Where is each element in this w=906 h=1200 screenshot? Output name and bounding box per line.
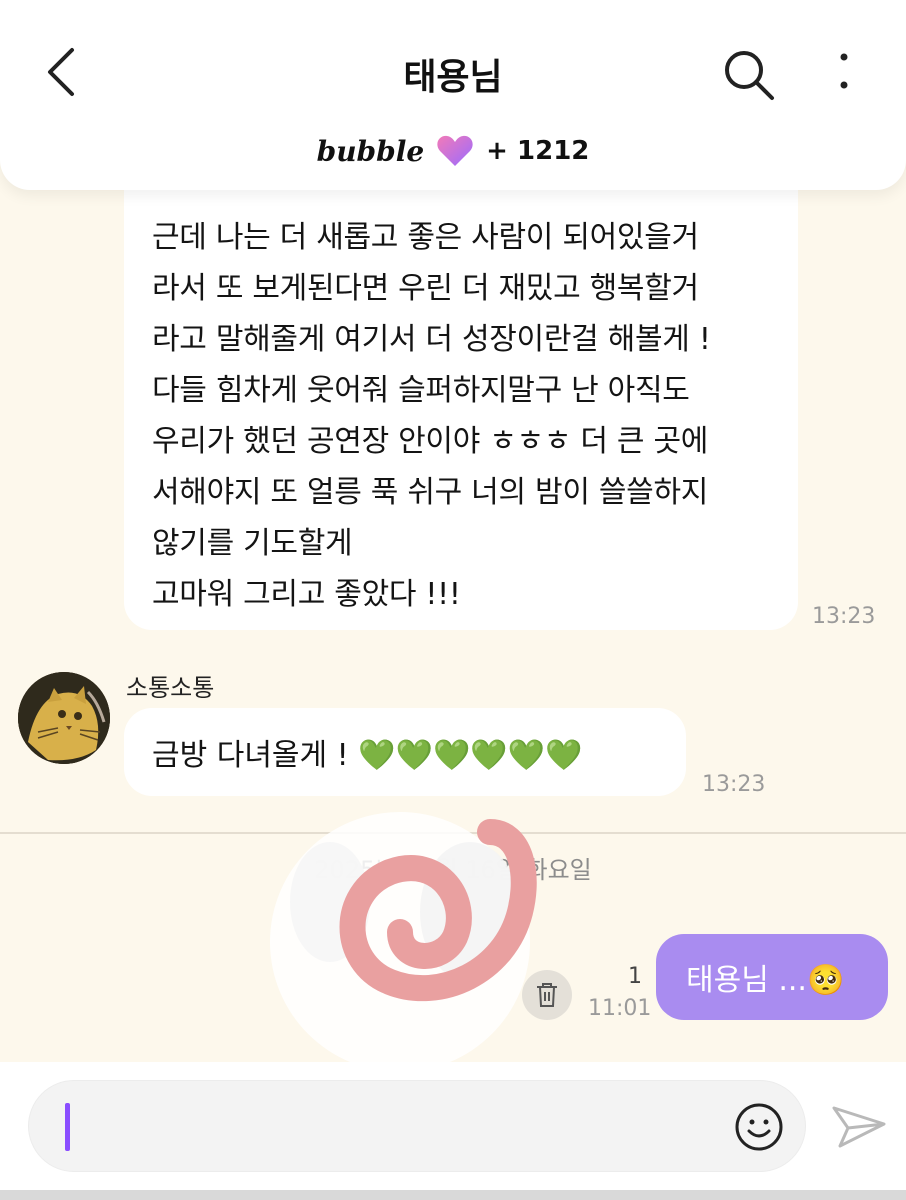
bubble-info[interactable]: bubble + 1212 [0, 134, 906, 168]
search-icon[interactable] [722, 48, 776, 102]
bubble-logo: bubble [316, 134, 425, 168]
message-text: 태용님 ...🥺 [686, 963, 845, 998]
message-time: 13:23 [702, 772, 766, 797]
smile-icon[interactable] [733, 1101, 785, 1153]
message-input[interactable] [28, 1080, 806, 1172]
trash-icon[interactable] [522, 970, 572, 1020]
heart-icon [437, 135, 473, 166]
read-count: 1 [628, 964, 642, 989]
message-line: 라고 말해줄게 여기서 더 성장이란걸 해볼게 ! [152, 322, 711, 357]
message-bubble-long[interactable]: 근데 나는 더 새롭고 좋은 사람이 되어있을거라서 또 보게된다면 우린 더 … [124, 150, 798, 630]
message-line: 서해야지 또 얼릉 푹 쉬구 너의 밤이 쓸쓸하지 [152, 475, 709, 510]
message-line: 않기를 기도할게 [152, 526, 353, 561]
input-bar [0, 1062, 906, 1190]
my-message-bubble[interactable]: 태용님 ...🥺 [656, 934, 888, 1020]
swirl-sticker-icon [270, 812, 537, 1072]
message-line: 라서 또 보게된다면 우린 더 재밌고 행복할거 [152, 271, 699, 306]
date-separator: 2025년 12월 16일 화요일 [314, 856, 592, 884]
more-vertical-icon[interactable] [826, 48, 862, 98]
send-icon[interactable] [830, 1102, 888, 1152]
message-line: 우리가 했던 공연장 안이야 ㅎㅎㅎ 더 큰 곳에 [152, 424, 709, 459]
message-line: 근데 나는 더 새롭고 좋은 사람이 되어있을거 [152, 220, 699, 255]
avatar[interactable] [18, 672, 110, 764]
home-indicator [0, 1190, 906, 1200]
chat-screen: 근데 나는 더 새롭고 좋은 사람이 되어있을거라서 또 보게된다면 우린 더 … [0, 0, 906, 1200]
message-line: 다들 힘차게 웃어줘 슬퍼하지말구 난 아직도 [152, 373, 690, 408]
message-time: 13:23 [812, 604, 876, 629]
message-text: 금방 다녀올게 ! 💚💚💚💚💚💚 [152, 738, 583, 773]
sender-name: 소통소통 [126, 674, 215, 702]
message-line: 고마워 그리고 좋았다 !!! [152, 577, 461, 612]
message-time: 11:01 [588, 996, 652, 1021]
text-caret [65, 1103, 70, 1151]
divider [0, 832, 906, 834]
top-bar: 태용님 bubble + 1212 [0, 0, 906, 190]
message-bubble-short[interactable]: 금방 다녀올게 ! 💚💚💚💚💚💚 [124, 708, 686, 796]
bubble-count: + 1212 [486, 136, 590, 166]
